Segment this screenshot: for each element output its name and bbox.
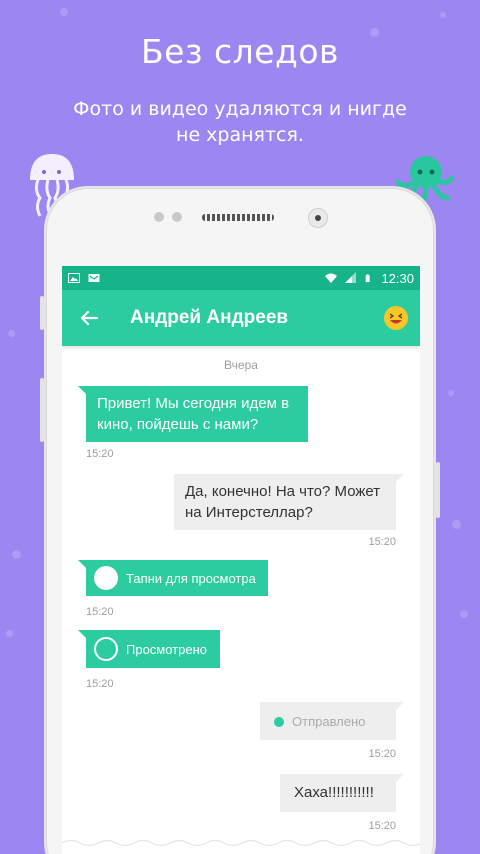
- message-time: 15:20: [368, 536, 396, 548]
- message-time: 15:20: [86, 678, 114, 690]
- outgoing-message[interactable]: Да, конечно! На что? Может на Интерстелл…: [174, 474, 396, 530]
- back-button[interactable]: [74, 303, 104, 333]
- message-time: 15:20: [86, 448, 114, 460]
- message-text: Да, конечно! На что? Может на Интерстелл…: [185, 483, 381, 521]
- outgoing-message[interactable]: Хаха!!!!!!!!!!!: [280, 774, 396, 812]
- promo-subtitle: Фото и видео удаляются и нигде не хранят…: [73, 98, 407, 146]
- media-status-text: Отправлено: [292, 714, 366, 729]
- outgoing-media-message[interactable]: Отправлено: [260, 702, 396, 740]
- background-dot: [452, 520, 461, 529]
- background-dot: [12, 550, 21, 559]
- battery-icon: [366, 274, 371, 282]
- background-dot: [60, 8, 68, 16]
- wifi-icon: [325, 273, 338, 283]
- chat-area[interactable]: Вчера Привет! Мы сегодня идем в кино, по…: [62, 346, 420, 854]
- status-bar: 12:30: [62, 266, 420, 290]
- media-unviewed-icon: [94, 566, 118, 590]
- background-dot: [460, 610, 468, 618]
- incoming-media-message[interactable]: Просмотрено: [86, 630, 220, 668]
- media-sent-icon: [274, 716, 284, 727]
- background-dot: [6, 630, 13, 637]
- wavy-divider: [62, 839, 420, 847]
- mail-check-icon: [88, 274, 100, 282]
- background-dot: [448, 390, 454, 396]
- signal-icon: [345, 272, 357, 283]
- phone-frame: 12:30 Андрей Андреев Вчера Привет! Мы се…: [44, 186, 436, 854]
- message-time: 15:20: [86, 606, 114, 618]
- message-text: Хаха!!!!!!!!!!!: [294, 784, 374, 801]
- contact-name[interactable]: Андрей Андреев: [130, 307, 288, 329]
- message-time: 15:20: [368, 748, 396, 760]
- front-camera: [308, 208, 328, 228]
- image-icon: [68, 273, 80, 283]
- media-viewed-icon: [94, 637, 118, 661]
- emoji-button[interactable]: [384, 306, 408, 330]
- message-text: Привет! Мы сегодня идем в кино, пойдешь …: [97, 395, 290, 433]
- message-time: 15:20: [368, 820, 396, 832]
- incoming-media-message[interactable]: Тапни для просмотра: [86, 560, 268, 596]
- background-dot: [440, 12, 446, 18]
- app-screen: 12:30 Андрей Андреев Вчера Привет! Мы се…: [62, 266, 420, 854]
- media-status-text: Просмотрено: [126, 641, 208, 657]
- media-status-text: Тапни для просмотра: [126, 570, 256, 586]
- promo-title: Без следов: [141, 32, 339, 71]
- status-time: 12:30: [381, 270, 414, 286]
- laughing-emoji-icon: [385, 307, 407, 329]
- date-separator: Вчера: [224, 358, 258, 372]
- incoming-message[interactable]: Привет! Мы сегодня идем в кино, пойдешь …: [86, 386, 308, 442]
- speaker-grille: [202, 214, 274, 221]
- chat-toolbar: Андрей Андреев: [62, 290, 420, 346]
- sensor-dot: [154, 212, 164, 222]
- background-dot: [8, 330, 15, 337]
- arrow-left-icon: [80, 310, 99, 326]
- phone-power-button: [436, 462, 440, 518]
- sensor-dot: [172, 212, 182, 222]
